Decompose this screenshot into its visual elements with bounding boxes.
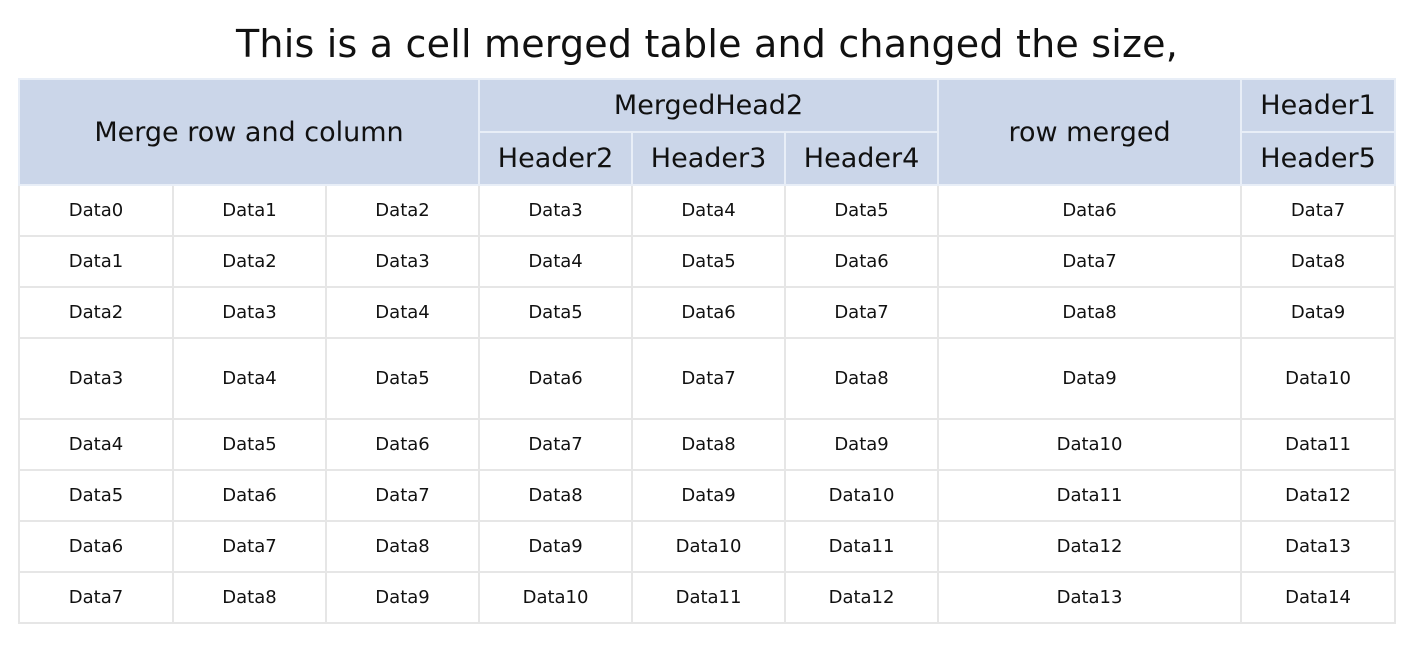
table-cell: Data6 xyxy=(784,235,940,288)
table-cell: Data12 xyxy=(784,571,940,624)
table-cell: Data13 xyxy=(1240,520,1397,573)
table-cell: Data7 xyxy=(478,418,634,471)
table-row: Data7 Data8 Data9 Data10 Data11 Data12 Data13 D… xyxy=(18,571,1397,624)
table-cell: Data6 xyxy=(18,520,174,573)
table-cell: Data4 xyxy=(631,184,787,237)
table-row: Data4 Data5 Data6 Data7 Data8 Data9 Data10 Data… xyxy=(18,418,1397,471)
header-row-1: Merge row and column MergedHead2 row mer… xyxy=(17,78,1397,186)
table-cell: Data11 xyxy=(784,520,940,573)
table-cell: Data10 xyxy=(784,469,940,522)
table-cell: Data4 xyxy=(324,286,481,339)
table-cell: Data6 xyxy=(478,337,634,420)
table-cell: Data7 xyxy=(324,469,481,522)
header-header1: Header1 xyxy=(1240,78,1397,133)
table-cell: Data7 xyxy=(172,520,327,573)
table-cell: Data8 xyxy=(784,337,940,420)
table-cell: Data5 xyxy=(172,418,327,471)
table-cell: Data7 xyxy=(1240,184,1397,237)
table-body: Data0 Data1 Data2 Data3 Data4 Data5 Data6 Data7… xyxy=(18,184,1397,624)
table-cell: Data8 xyxy=(324,520,481,573)
table-cell: Data2 xyxy=(324,184,481,237)
table-cell: Data3 xyxy=(324,235,481,288)
table-title: This is a cell merged table and changed … xyxy=(236,22,1178,66)
table-cell: Data9 xyxy=(324,571,481,624)
table-cell: Data4 xyxy=(172,337,327,420)
table-cell: Data2 xyxy=(172,235,327,288)
table-cell: Data0 xyxy=(18,184,174,237)
table-cell: Data9 xyxy=(631,469,787,522)
table-cell: Data5 xyxy=(631,235,787,288)
table-cell: Data14 xyxy=(1240,571,1397,624)
header-merge-row-and-column: Merge row and column xyxy=(17,78,481,186)
table-cell: Data8 xyxy=(937,286,1243,339)
table-cell: Data7 xyxy=(937,235,1243,288)
table-cell: Data9 xyxy=(937,337,1243,420)
table-cell: Data5 xyxy=(784,184,940,237)
table-cell: Data7 xyxy=(18,571,174,624)
table-cell: Data10 xyxy=(478,571,634,624)
table-cell: Data8 xyxy=(1240,235,1397,288)
table-cell: Data3 xyxy=(18,337,174,420)
table-cell: Data11 xyxy=(937,469,1243,522)
table-cell: Data7 xyxy=(784,286,940,339)
header-row-merged: row merged xyxy=(937,78,1243,186)
table-row: Data5 Data6 Data7 Data8 Data9 Data10 Data11 Dat… xyxy=(18,469,1397,522)
table-cell: Data12 xyxy=(937,520,1243,573)
table-cell: Data2 xyxy=(18,286,174,339)
header-header3: Header3 xyxy=(631,131,787,186)
table-cell: Data9 xyxy=(1240,286,1397,339)
table-cell: Data6 xyxy=(631,286,787,339)
table-cell: Data1 xyxy=(18,235,174,288)
merged-table: Merge row and column MergedHead2 row mer… xyxy=(17,78,1397,624)
table-cell: Data10 xyxy=(631,520,787,573)
table-cell: Data8 xyxy=(631,418,787,471)
table-cell: Data9 xyxy=(478,520,634,573)
table-cell: Data13 xyxy=(937,571,1243,624)
table-cell: Data4 xyxy=(478,235,634,288)
header-header5: Header5 xyxy=(1240,131,1397,186)
table-cell: Data11 xyxy=(1240,418,1397,471)
header-header2: Header2 xyxy=(478,131,634,186)
table-cell: Data5 xyxy=(18,469,174,522)
table-cell: Data8 xyxy=(172,571,327,624)
table-cell: Data4 xyxy=(18,418,174,471)
table-cell: Data3 xyxy=(172,286,327,339)
header-header4: Header4 xyxy=(784,131,940,186)
table-row: Data2 Data3 Data4 Data5 Data6 Data7 Data8 Data9 xyxy=(18,286,1397,339)
table-row: Data3 Data4 Data5 Data6 Data7 Data8 Data9 Data1… xyxy=(18,337,1397,420)
table-row: Data1 Data2 Data3 Data4 Data5 Data6 Data7 Data8 xyxy=(18,235,1397,288)
table-cell: Data5 xyxy=(324,337,481,420)
table-cell: Data1 xyxy=(172,184,327,237)
table-cell: Data6 xyxy=(324,418,481,471)
table-cell: Data12 xyxy=(1240,469,1397,522)
table-row: Data0 Data1 Data2 Data3 Data4 Data5 Data6 Data7 xyxy=(18,184,1397,237)
table-cell: Data6 xyxy=(937,184,1243,237)
table-row: Data6 Data7 Data8 Data9 Data10 Data11 Data12 Da… xyxy=(18,520,1397,573)
table-cell: Data8 xyxy=(478,469,634,522)
table-cell: Data6 xyxy=(172,469,327,522)
table-cell: Data11 xyxy=(631,571,787,624)
table-cell: Data9 xyxy=(784,418,940,471)
table-cell: Data3 xyxy=(478,184,634,237)
table-cell: Data7 xyxy=(631,337,787,420)
table-cell: Data10 xyxy=(937,418,1243,471)
header-merged-head2: MergedHead2 xyxy=(478,78,940,133)
table-cell: Data5 xyxy=(478,286,634,339)
table-cell: Data10 xyxy=(1240,337,1397,420)
